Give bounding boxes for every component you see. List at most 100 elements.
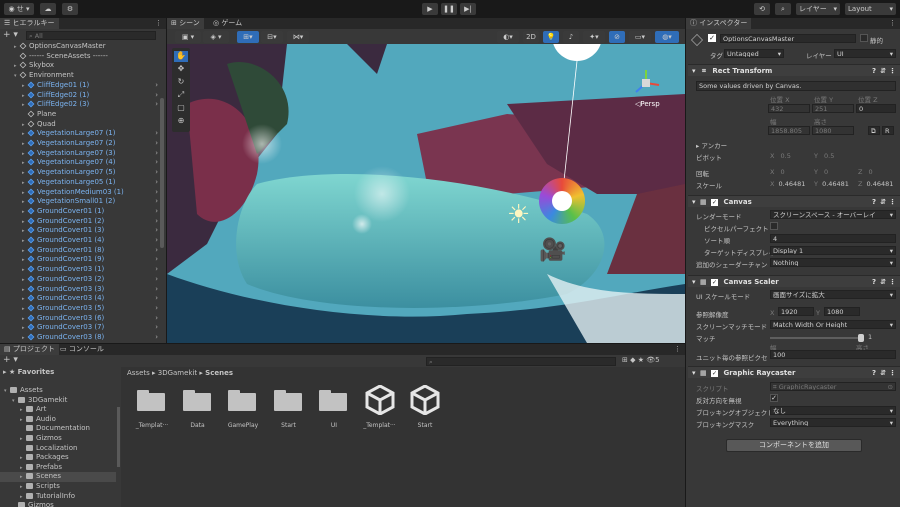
lighting-icon[interactable]: 💡: [543, 31, 559, 43]
prefab-open-icon[interactable]: ›: [155, 304, 158, 314]
prefab-open-icon[interactable]: ›: [155, 158, 158, 168]
search-icon[interactable]: ⌕: [775, 3, 791, 15]
asset-scene[interactable]: Start: [399, 385, 451, 437]
add-icon[interactable]: + ▾: [3, 355, 18, 365]
asset-folder[interactable]: Data: [172, 389, 224, 437]
hierarchy-row[interactable]: ▸ VegetationMedium03 (1) ›: [0, 188, 160, 198]
rotate-icon[interactable]: ↻: [174, 77, 188, 88]
preset-icon[interactable]: ⇵: [880, 367, 886, 379]
shading-dropdown[interactable]: ◈ ▾: [203, 31, 229, 43]
help-icon[interactable]: ?: [872, 276, 876, 288]
prefab-open-icon[interactable]: ›: [155, 226, 158, 236]
history-icon[interactable]: ⟲: [754, 3, 770, 15]
blocking-mask-dropdown[interactable]: Everything ▾: [770, 418, 896, 427]
prefab-open-icon[interactable]: ›: [155, 255, 158, 265]
hierarchy-row[interactable]: ▸ VegetationLarge07 (3) ›: [0, 149, 160, 159]
hierarchy-row[interactable]: ▸ GroundCover01 (9) ›: [0, 255, 160, 265]
rot-z[interactable]: Z 0: [858, 168, 873, 176]
hierarchy-row[interactable]: ▸ GroundCover03 (7) ›: [0, 323, 160, 333]
project-tree-item[interactable]: Gizmos: [0, 501, 116, 507]
preset-icon[interactable]: ⇵: [880, 196, 886, 208]
audio-icon[interactable]: ♪: [563, 31, 579, 43]
hierarchy-row[interactable]: ▸ GroundCover03 (1) ›: [0, 265, 160, 275]
asset-folder[interactable]: GamePlay: [217, 389, 269, 437]
prefab-open-icon[interactable]: ›: [155, 139, 158, 149]
hierarchy-row[interactable]: ▸ GroundCover01 (1) ›: [0, 207, 160, 217]
prefab-open-icon[interactable]: ›: [155, 207, 158, 217]
prefab-open-icon[interactable]: ›: [155, 129, 158, 139]
help-icon[interactable]: ?: [872, 65, 876, 77]
grid-snap-button[interactable]: ⊞▾: [237, 31, 259, 43]
asset-folder[interactable]: UI: [308, 389, 360, 437]
breadcrumb-scenes[interactable]: Scenes: [205, 369, 233, 377]
canvas-scaler-header[interactable]: ▾ ▦ ✓ Canvas Scaler ? ⇵ ⋮: [688, 275, 900, 287]
tab-game[interactable]: ◎ ゲーム: [209, 18, 246, 29]
tab-scene[interactable]: ⊞ シーン: [167, 18, 204, 29]
hierarchy-scrollbar[interactable]: [160, 98, 164, 248]
sort-order-field[interactable]: 4: [770, 234, 896, 243]
draw-mode-dropdown[interactable]: ▣ ▾: [175, 31, 201, 43]
hierarchy-row[interactable]: ▸ GroundCover03 (4) ›: [0, 294, 160, 304]
prefab-open-icon[interactable]: ›: [155, 314, 158, 324]
scale-z[interactable]: Z 0.46481: [858, 180, 893, 188]
panel-menu-icon[interactable]: ⋮: [155, 19, 162, 27]
help-icon[interactable]: ?: [872, 196, 876, 208]
panel-menu-icon[interactable]: ⋮: [889, 19, 896, 27]
projection-label[interactable]: ◁Persp: [635, 100, 660, 108]
hierarchy-row[interactable]: ▸ CliffEdge02 (3) ›: [0, 100, 160, 110]
hierarchy-row[interactable]: ▸ GroundCover01 (4) ›: [0, 236, 160, 246]
prefab-open-icon[interactable]: ›: [155, 149, 158, 159]
prefab-open-icon[interactable]: ›: [155, 81, 158, 91]
prefab-open-icon[interactable]: ›: [155, 323, 158, 333]
project-tree-item[interactable]: Localization: [0, 444, 116, 454]
layout-dropdown[interactable]: Layout ▾: [845, 3, 896, 15]
hierarchy-search-input[interactable]: ⌕ All: [26, 31, 156, 40]
add-icon[interactable]: + ▾: [3, 30, 18, 40]
scale-icon[interactable]: ⤢: [174, 90, 188, 101]
hierarchy-row[interactable]: ▸ GroundCover03 (6) ›: [0, 314, 160, 324]
pivot-y[interactable]: Y 0.5: [814, 152, 834, 160]
project-tree-item[interactable]: ▸ Packages: [0, 453, 116, 463]
raycaster-enabled-checkbox[interactable]: ✓: [711, 370, 719, 377]
panel-menu-icon[interactable]: ⋮: [674, 345, 681, 353]
hierarchy-row[interactable]: ▸ GroundCover01 (3) ›: [0, 226, 160, 236]
expand-arrow-icon[interactable]: ▸: [22, 334, 28, 342]
scene-viewport[interactable]: ✋ ✥ ↻ ⤢ ▢ ⊕ ◁Persp ☀ 🎥: [167, 44, 685, 343]
reference-ppu-field[interactable]: 100: [770, 350, 896, 359]
blueprint-icon[interactable]: ⧉: [868, 126, 880, 135]
pixel-perfect-checkbox[interactable]: [770, 222, 778, 230]
asset-scene[interactable]: _Templat···: [354, 385, 406, 437]
rot-x[interactable]: X 0: [770, 168, 785, 176]
favorites-item[interactable]: ▸ ★ Favorites: [3, 368, 54, 376]
hierarchy-row[interactable]: ▸ GroundCover03 (5) ›: [0, 304, 160, 314]
static-checkbox[interactable]: [860, 34, 868, 42]
project-tree-item[interactable]: ▸ Art: [0, 405, 116, 415]
hand-icon[interactable]: ✋: [174, 51, 188, 62]
cloud-icon[interactable]: ☁: [40, 3, 56, 15]
tab-hierarchy[interactable]: ☰ ヒエラルキー: [0, 18, 59, 29]
ignore-reversed-checkbox[interactable]: ✓: [770, 394, 778, 402]
pause-icon[interactable]: ❚❚: [441, 3, 457, 15]
transform-icon[interactable]: ⊕: [174, 116, 188, 127]
move-icon[interactable]: ✥: [174, 64, 188, 75]
render-mode-dropdown[interactable]: スクリーンスペース - オーバーレイ ▾: [770, 210, 896, 219]
scale-y[interactable]: Y 0.46481: [814, 180, 849, 188]
canvas-enabled-checkbox[interactable]: ✓: [711, 199, 719, 206]
2d-toggle[interactable]: 2D: [523, 31, 539, 43]
hierarchy-row[interactable]: ▸ GroundCover01 (8) ›: [0, 246, 160, 256]
height-field[interactable]: 1080: [812, 126, 854, 135]
hierarchy-row[interactable]: ▸ GroundCover03 (8) ›: [0, 333, 160, 342]
increment-snap-button[interactable]: ⋈▾: [287, 31, 309, 43]
hierarchy-row[interactable]: ▸ VegetationLarge07 (5) ›: [0, 168, 160, 178]
pos-z-field[interactable]: 0: [856, 104, 896, 113]
object-name-field[interactable]: OptionsCanvasMaster: [720, 34, 856, 43]
project-tree-item[interactable]: ▸ Gizmos: [0, 434, 116, 444]
prefab-open-icon[interactable]: ›: [155, 265, 158, 275]
project-tree-item[interactable]: ▸ Scripts: [0, 482, 116, 492]
tab-project[interactable]: ▤ プロジェクト: [0, 344, 59, 355]
rect-icon[interactable]: ▢: [174, 103, 188, 114]
prefab-open-icon[interactable]: ›: [155, 285, 158, 295]
prefab-open-icon[interactable]: ›: [155, 236, 158, 246]
pivot-x[interactable]: X 0.5: [770, 152, 791, 160]
prefab-open-icon[interactable]: ›: [155, 168, 158, 178]
